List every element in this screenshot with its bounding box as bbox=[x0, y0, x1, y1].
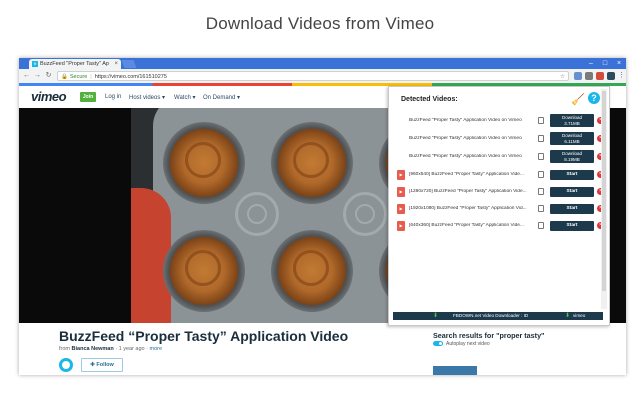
menu-icon[interactable]: ⋮ bbox=[617, 71, 626, 81]
page-headline: Download Videos from Vimeo bbox=[205, 14, 435, 33]
start-button[interactable]: Start bbox=[550, 187, 594, 197]
panel-title: Detected Videos: bbox=[401, 96, 458, 103]
video-row-title: [1920x1080] BuzzFeed "Proper Tasty" Appl… bbox=[409, 206, 527, 211]
browser-window: V BuzzFeed "Proper Tasty" Ap × – □ × ← →… bbox=[19, 58, 626, 375]
browser-tab[interactable]: V BuzzFeed "Proper Tasty" Ap × bbox=[29, 59, 121, 69]
nav-login[interactable]: Log in bbox=[105, 94, 121, 100]
footer-right-text: vimeo bbox=[573, 313, 586, 318]
video-row: ▶ [1280x720] BuzzFeed "Proper Tasty" App… bbox=[393, 185, 604, 199]
maximize-icon[interactable]: □ bbox=[598, 58, 612, 69]
address-bar-row: ← → ↻ 🔒 Secure | https://vimeo.com/16151027… bbox=[19, 69, 626, 84]
minimize-icon[interactable]: – bbox=[584, 58, 598, 69]
extension-icon[interactable] bbox=[574, 72, 582, 80]
video-title: BuzzFeed “Proper Tasty” Application Vide… bbox=[59, 328, 349, 344]
follow-button[interactable]: ✚ Follow bbox=[81, 358, 123, 372]
video-file-icon: ▶ bbox=[397, 221, 405, 231]
more-link[interactable]: more bbox=[150, 346, 163, 352]
download-button[interactable]: Download 6.11MB bbox=[550, 132, 594, 145]
back-icon[interactable]: ← bbox=[22, 71, 31, 81]
download-button[interactable]: Download 8.19MB bbox=[550, 150, 594, 163]
tab-bar: V BuzzFeed "Proper Tasty" Ap × – □ × bbox=[19, 58, 626, 69]
copy-icon[interactable] bbox=[538, 171, 544, 178]
detected-videos-panel: Detected Videos: 🧹 ? BuzzFeed "Proper Ta… bbox=[388, 86, 610, 326]
autoplay-toggle[interactable] bbox=[433, 341, 443, 347]
extension-icon[interactable] bbox=[585, 72, 593, 80]
downloader-extension-icon[interactable] bbox=[607, 72, 615, 80]
video-row: ▶ [960x540] BuzzFeed "Proper Tasty" Appl… bbox=[393, 168, 604, 182]
close-tab-icon[interactable]: × bbox=[114, 59, 118, 69]
url-input[interactable]: 🔒 Secure | https://vimeo.com/161510275 ☆ bbox=[57, 71, 569, 81]
autoplay-row[interactable]: Autoplay next video bbox=[433, 341, 490, 347]
start-button[interactable]: Start bbox=[550, 204, 594, 214]
tin-emboss bbox=[235, 192, 279, 236]
download-button-size: 6.11MB bbox=[564, 139, 580, 144]
download-button[interactable]: Download 3.71MB bbox=[550, 114, 594, 127]
panel-footer: ⬇ FBDOWN.net Video Downloader : ID ⬇ vim… bbox=[393, 312, 603, 320]
vimeo-favicon-icon: V bbox=[32, 61, 38, 67]
down-arrow-icon: ⬇ bbox=[565, 313, 571, 319]
bun bbox=[163, 230, 245, 312]
byline-from: from bbox=[59, 346, 70, 352]
bun bbox=[271, 122, 353, 204]
url-separator: | bbox=[90, 74, 92, 80]
copy-icon[interactable] bbox=[538, 188, 544, 195]
author-link[interactable]: Bianca Newman bbox=[72, 346, 114, 352]
upload-age: 1 year ago bbox=[118, 346, 145, 352]
result-thumbnail[interactable] bbox=[433, 366, 477, 375]
nav-on-demand[interactable]: On Demand ▾ bbox=[203, 94, 240, 101]
close-window-icon[interactable]: × bbox=[612, 58, 626, 69]
new-tab-button[interactable] bbox=[121, 60, 137, 68]
bun bbox=[271, 230, 353, 312]
video-file-icon: ▶ bbox=[397, 187, 405, 197]
copy-icon[interactable] bbox=[538, 222, 544, 229]
forward-icon[interactable]: → bbox=[33, 71, 42, 81]
video-row: ▶ [640x360] BuzzFeed "Proper Tasty" Appl… bbox=[393, 219, 604, 233]
bun bbox=[163, 122, 245, 204]
tin-emboss bbox=[343, 192, 387, 236]
video-file-icon: ▶ bbox=[397, 204, 405, 214]
reload-icon[interactable]: ↻ bbox=[44, 71, 53, 81]
copy-icon[interactable] bbox=[538, 117, 544, 124]
lock-icon: 🔒 bbox=[61, 74, 68, 80]
video-row-title: [1280x720] BuzzFeed "Proper Tasty" Appli… bbox=[409, 189, 527, 194]
video-row-title: BuzzFeed "Proper Tasty" Application Vide… bbox=[409, 154, 522, 159]
scrollbar-thumb[interactable] bbox=[602, 91, 606, 291]
bookmark-star-icon[interactable]: ☆ bbox=[560, 72, 565, 82]
window-controls: – □ × bbox=[584, 58, 626, 69]
broom-icon[interactable]: 🧹 bbox=[571, 93, 585, 106]
video-row: BuzzFeed "Proper Tasty" Application Vide… bbox=[393, 132, 604, 146]
start-button[interactable]: Start bbox=[550, 170, 594, 180]
nav-host-videos[interactable]: Host videos ▾ bbox=[129, 94, 165, 101]
video-row: BuzzFeed "Proper Tasty" Application Vide… bbox=[393, 150, 604, 164]
video-row-title: [640x360] BuzzFeed "Proper Tasty" Applic… bbox=[409, 223, 524, 228]
secure-label: Secure bbox=[69, 74, 88, 80]
download-button-size: 8.19MB bbox=[564, 157, 580, 162]
join-button[interactable]: Join bbox=[80, 92, 96, 102]
start-button[interactable]: Start bbox=[550, 221, 594, 231]
avatar[interactable] bbox=[59, 358, 73, 372]
video-row-title: BuzzFeed "Proper Tasty" Application Vide… bbox=[409, 118, 522, 123]
video-byline: from Bianca Newman · 1 year ago · more bbox=[59, 346, 163, 352]
tab-title: BuzzFeed "Proper Tasty" Ap bbox=[40, 61, 109, 67]
down-arrow-icon: ⬇ bbox=[433, 313, 439, 319]
panel-scrollbar[interactable] bbox=[601, 89, 607, 309]
copy-icon[interactable] bbox=[538, 135, 544, 142]
url-text: https://vimeo.com/161510275 bbox=[94, 74, 167, 80]
video-file-icon: ▶ bbox=[397, 170, 405, 180]
video-row-title: [960x540] BuzzFeed "Proper Tasty" Applic… bbox=[409, 172, 524, 177]
footer-text: FBDOWN.net Video Downloader : ID bbox=[453, 313, 529, 318]
vimeo-logo[interactable]: vimeo bbox=[31, 89, 67, 104]
help-icon[interactable]: ? bbox=[588, 92, 600, 104]
extension-icon[interactable] bbox=[596, 72, 604, 80]
copy-icon[interactable] bbox=[538, 205, 544, 212]
video-row: BuzzFeed "Proper Tasty" Application Vide… bbox=[393, 114, 604, 128]
search-results-heading: Search results for "proper tasty" bbox=[433, 331, 545, 340]
download-button-size: 3.71MB bbox=[564, 121, 580, 126]
nav-watch[interactable]: Watch ▾ bbox=[174, 94, 195, 101]
copy-icon[interactable] bbox=[538, 153, 544, 160]
video-row: ▶ [1920x1080] BuzzFeed "Proper Tasty" Ap… bbox=[393, 202, 604, 216]
autoplay-label: Autoplay next video bbox=[446, 341, 490, 347]
video-row-title: BuzzFeed "Proper Tasty" Application Vide… bbox=[409, 136, 522, 141]
